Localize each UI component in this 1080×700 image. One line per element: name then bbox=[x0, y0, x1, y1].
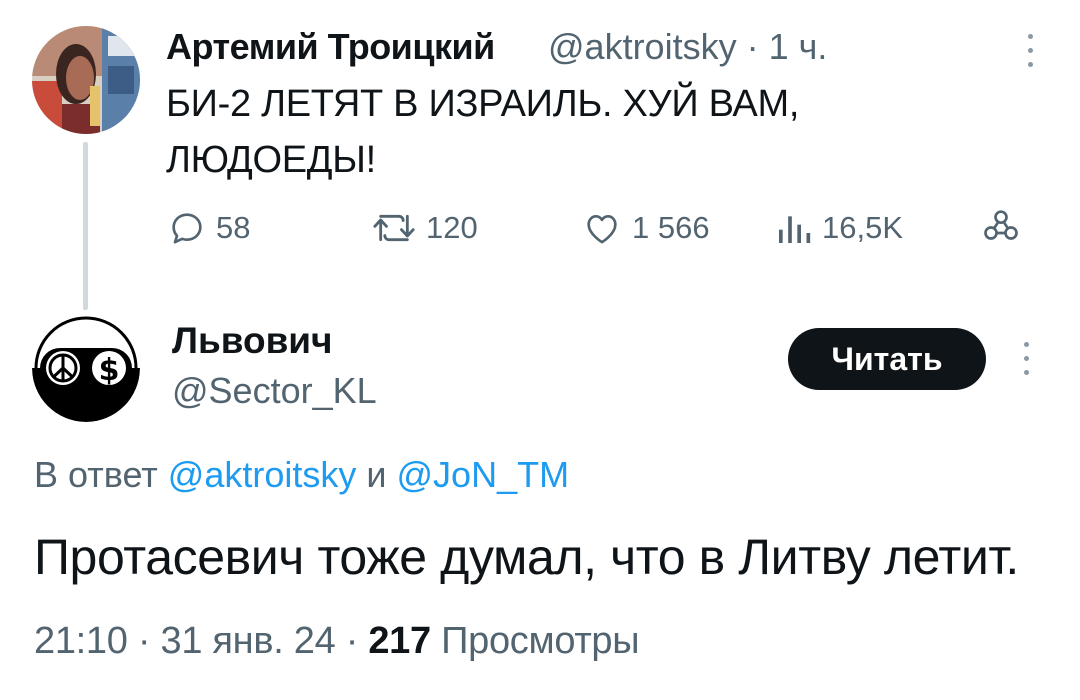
author-handle[interactable]: @Sector_KL bbox=[172, 370, 377, 412]
tweet-date[interactable]: 31 янв. 24 bbox=[160, 620, 335, 662]
tweet-time[interactable]: 1 ч. bbox=[769, 26, 828, 67]
tweet-meta: 21:10 · 31 янв. 24 · 217 Просмотры bbox=[34, 620, 640, 663]
avatar-image bbox=[32, 26, 140, 134]
author-handle-and-time[interactable]: @aktroitsky · 1 ч. bbox=[548, 26, 827, 68]
reply-count: 58 bbox=[216, 210, 251, 245]
more-icon bbox=[1023, 341, 1029, 347]
views-count: 16,5K bbox=[822, 210, 904, 245]
share-button[interactable] bbox=[980, 208, 1022, 248]
like-count: 1 566 bbox=[632, 210, 710, 245]
mention-link[interactable]: @JoN_TM bbox=[397, 454, 570, 495]
separator: · bbox=[137, 620, 151, 662]
retweet-icon bbox=[373, 214, 415, 242]
views-button[interactable]: 16,5K bbox=[774, 208, 903, 248]
avatar[interactable]: $ bbox=[32, 314, 140, 422]
svg-text:$: $ bbox=[99, 353, 120, 388]
peace-icon bbox=[46, 351, 80, 385]
tweet-time[interactable]: 21:10 bbox=[34, 620, 128, 662]
more-icon bbox=[1027, 33, 1033, 39]
like-button[interactable]: 1 566 bbox=[580, 208, 710, 248]
author-handle[interactable]: @aktroitsky bbox=[548, 26, 737, 67]
separator: · bbox=[746, 26, 759, 67]
replying-to: В ответ @aktroitsky и @JoN_TM bbox=[34, 454, 569, 496]
avatar[interactable] bbox=[32, 26, 140, 134]
follow-button[interactable]: Читать bbox=[788, 328, 986, 390]
avatar-image: $ bbox=[32, 314, 140, 422]
views-label: Просмотры bbox=[441, 620, 640, 662]
more-options-button[interactable] bbox=[1010, 20, 1050, 80]
conjunction: и bbox=[366, 454, 387, 495]
mention-link[interactable]: @aktroitsky bbox=[168, 454, 357, 495]
views-icon bbox=[779, 216, 811, 243]
author-name[interactable]: Львович bbox=[172, 320, 333, 362]
more-options-button[interactable] bbox=[1006, 328, 1046, 388]
like-icon bbox=[587, 215, 617, 244]
tweet-text: БИ-2 ЛЕТЯТ В ИЗРАИЛЬ. ХУЙ ВАМ, ЛЮДОЕДЫ! bbox=[166, 83, 800, 181]
reply-icon bbox=[172, 213, 202, 244]
share-icon bbox=[984, 210, 1018, 240]
tweet-text: Протасевич тоже думал, что в Литву летит… bbox=[34, 529, 1019, 585]
retweet-button[interactable]: 120 bbox=[370, 208, 478, 248]
separator: · bbox=[345, 620, 359, 662]
reply-button[interactable]: 58 bbox=[166, 208, 250, 248]
replying-to-label: В ответ bbox=[34, 454, 158, 495]
retweet-count: 120 bbox=[426, 210, 478, 245]
thread-connector-line bbox=[83, 142, 88, 310]
views-count: 217 bbox=[368, 620, 431, 662]
author-name[interactable]: Артемий Троицкий bbox=[166, 26, 495, 68]
